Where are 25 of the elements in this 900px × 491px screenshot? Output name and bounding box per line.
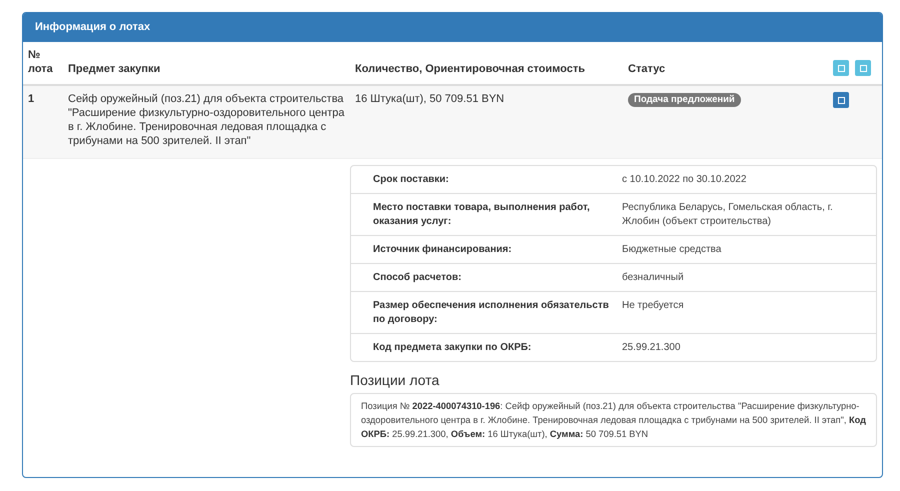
detail-value: безналичный [622,271,685,285]
detail-label: Способ расчетов: [373,271,462,285]
icon-button[interactable] [833,92,849,108]
square-icon [838,96,844,104]
position-description: Позиция № 2022-400074310-196: Сейф оружейный (поз.21) для объекта строительства "Расширение физкультурно-оздоровительного центра в г. Жлобине. Тренировочная ледовая площадка с трибунами на 500 зрителей. II этап", Код ОКРБ: 25.99.21.300, Объем: 16 Штука(шт), Сумма: 50 709.51 BYN [350,393,877,447]
detail-value: Бюджетные средства [622,243,722,257]
detail-label: Источник финансирования: [373,243,513,257]
quantity-cell: 16 Штука(шт), 50 709.51 BYN [350,86,623,159]
detail-label: Размер обеспечения исполнения обязательств по договору: [373,299,610,327]
detail-label: Место поставки товара, выполнения работ, оказания услуг: [373,201,591,229]
detail-label: Срок поставки: [373,173,450,187]
detail-value: с 10.10.2022 по 30.10.2022 [622,173,748,187]
panel-title: Информация о лотах [23,13,882,42]
detail-value: Республика Беларусь, Гомельская область, г. Жлобин (объект строительства) [622,201,834,229]
subject-cell: Сейф оружейный (поз.21) для объекта строительства "Расширение физкультурно-оздоровительного центра в г. Жлобине. Тренировочная ледовая площадка с трибунами на 500 зрителей. II этап" [63,86,350,159]
square-icon [838,64,844,72]
detail-value: 25.99.21.300 [622,341,682,355]
icon-button[interactable] [833,60,849,76]
status-badge: Подача предложений [628,93,741,107]
section-heading: Позиции лота [350,372,440,388]
detail-value: Не требуется [622,299,685,313]
icon-button[interactable] [855,60,871,76]
detail-label: Код предмета закупки по ОКРБ: [373,341,532,355]
square-icon [860,64,866,72]
lot-number: 1 [23,86,63,159]
